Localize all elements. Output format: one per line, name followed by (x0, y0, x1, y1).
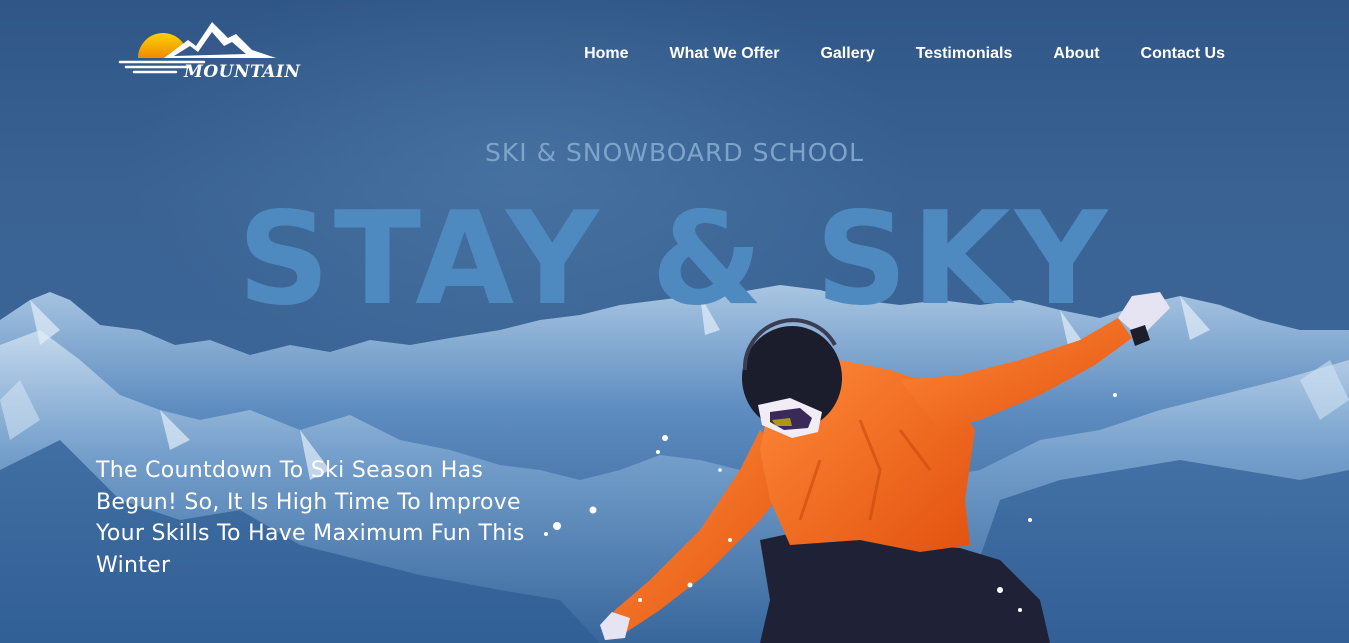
hero-tagline: The Countdown To Ski Season Has Begun! S… (96, 458, 525, 578)
hero-section: MOUNTAIN Home What We Offer Gallery Test… (0, 0, 1349, 643)
